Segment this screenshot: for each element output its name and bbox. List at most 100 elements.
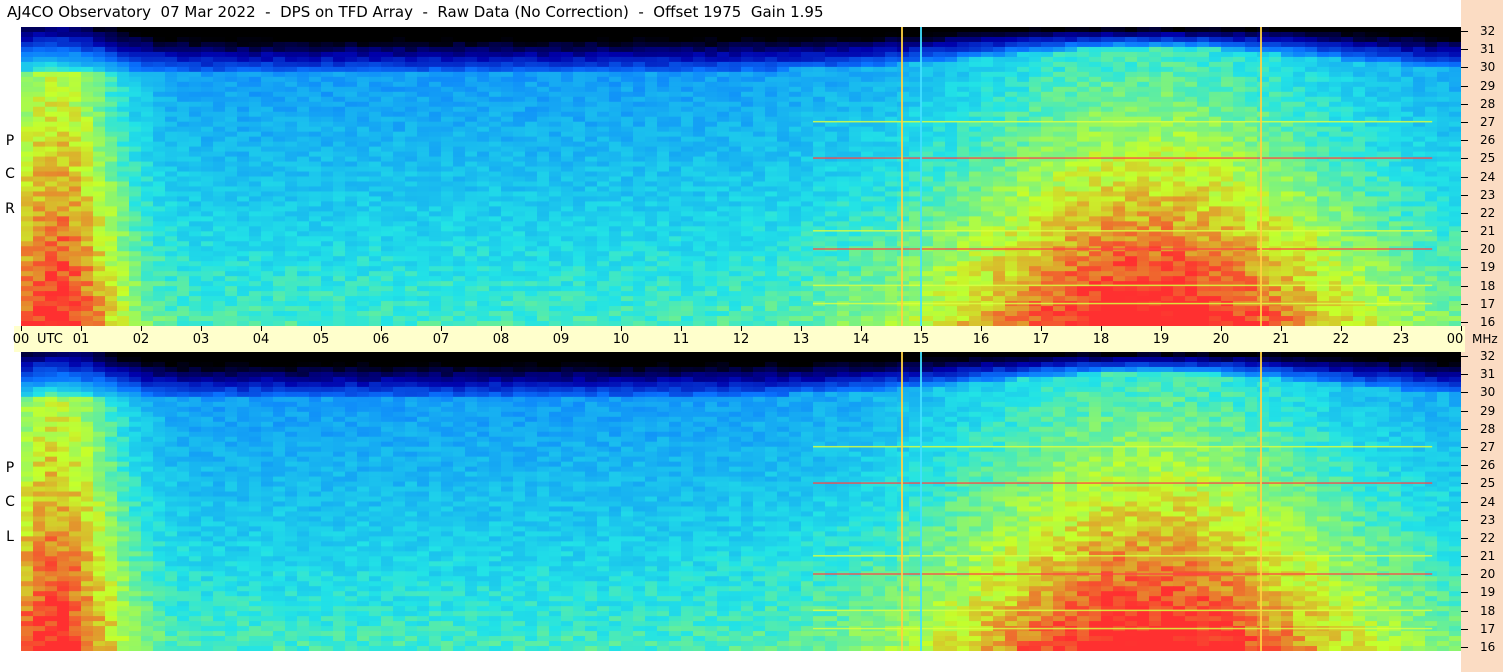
heatmap-cell [1401,96,1414,103]
heatmap-cell [141,191,154,198]
heatmap-cell [1077,186,1090,193]
heatmap-cell [369,66,382,73]
heatmap-cell [225,146,238,153]
heatmap-cell [177,221,190,227]
heatmap-cell [525,191,538,198]
heatmap-cell [1173,171,1186,178]
heatmap-cell [633,111,646,118]
heatmap-cell [885,161,898,168]
heatmap-cell [249,86,262,93]
heatmap-cell [1077,31,1090,38]
heatmap-cell [585,216,598,222]
heatmap-cell [1209,61,1222,68]
heatmap-cell [189,91,202,98]
heatmap-cell [297,161,310,168]
heatmap-cell [45,156,58,163]
heatmap-cell [729,41,742,48]
heatmap-cell [1281,196,1294,203]
heatmap-cell [1437,181,1450,188]
heatmap-cell [441,141,454,148]
heatmap-cell [33,196,46,203]
heatmap-cell [477,151,490,158]
heatmap-cell [633,156,646,163]
heatmap-cell [1233,161,1246,168]
heatmap-cell [525,106,538,113]
heatmap-cell [1305,131,1318,138]
heatmap-cell [597,101,610,108]
heatmap-cell [1125,86,1138,93]
heatmap-cell [153,31,166,38]
heatmap-cell [813,41,826,48]
heatmap-cell [633,191,646,198]
heatmap-cell [681,136,694,143]
heatmap-cell [57,106,70,113]
heatmap-cell [609,206,622,212]
heatmap-cell [513,186,526,193]
heatmap-cell [321,191,334,198]
heatmap-cell [1113,101,1126,108]
heatmap-cell [165,181,178,188]
heatmap-cell [81,156,94,163]
heatmap-cell [501,196,514,203]
heatmap-cell [825,36,838,43]
heatmap-cell [1317,121,1330,128]
heatmap-cell [645,216,658,222]
heatmap-cell [777,56,790,63]
heatmap-cell [285,146,298,153]
heatmap-cell [909,71,922,78]
heatmap-cell [21,231,34,237]
heatmap-cell [705,131,718,138]
heatmap-cell [1161,91,1174,98]
heatmap-cell [1401,191,1414,198]
heatmap-cell [993,56,1006,63]
heatmap-cell [921,46,934,53]
heatmap-cell [645,41,658,48]
heatmap-cell [1269,221,1282,227]
heatmap-cell [381,131,394,138]
heatmap-cell [453,186,466,193]
heatmap-cell [105,86,118,93]
heatmap-cell [1233,81,1246,88]
heatmap-cell [573,186,586,193]
heatmap-cell [237,86,250,93]
heatmap-cell [849,101,862,108]
heatmap-cell [153,111,166,118]
heatmap-cell [561,96,574,103]
heatmap-cell [1089,176,1102,183]
heatmap-cell [1305,136,1318,143]
heatmap-cell [873,171,886,178]
heatmap-cell [669,171,682,178]
heatmap-cell [477,56,490,63]
heatmap-cell [453,176,466,183]
heatmap-cell [225,231,238,237]
heatmap-cell [753,51,766,58]
heatmap-cell [1161,176,1174,183]
heatmap-cell [633,71,646,78]
heatmap-cell [669,76,682,83]
heatmap-cell [1341,76,1354,83]
heatmap-cell [777,76,790,83]
heatmap-cell [1185,71,1198,78]
heatmap-cell [1437,186,1450,193]
heatmap-cell [477,116,490,123]
heatmap-cell [1293,176,1306,183]
heatmap-cell [153,61,166,68]
heatmap-cell [1149,211,1162,217]
heatmap-cell [333,66,346,73]
heatmap-cell [945,121,958,128]
heatmap-cell [597,191,610,198]
heatmap-cell [1065,46,1078,53]
heatmap-cell [705,66,718,73]
heatmap-cell [417,126,430,133]
heatmap-cell [1053,181,1066,188]
heatmap-cell [1005,101,1018,108]
heatmap-cell [141,56,154,63]
heatmap-cell [609,116,622,123]
heatmap-cell [669,181,682,188]
heatmap-cell [1341,106,1354,113]
heatmap-cell [561,81,574,88]
heatmap-cell [741,186,754,193]
heatmap-cell [945,181,958,188]
heatmap-cell [753,66,766,73]
heatmap-cell [981,96,994,103]
